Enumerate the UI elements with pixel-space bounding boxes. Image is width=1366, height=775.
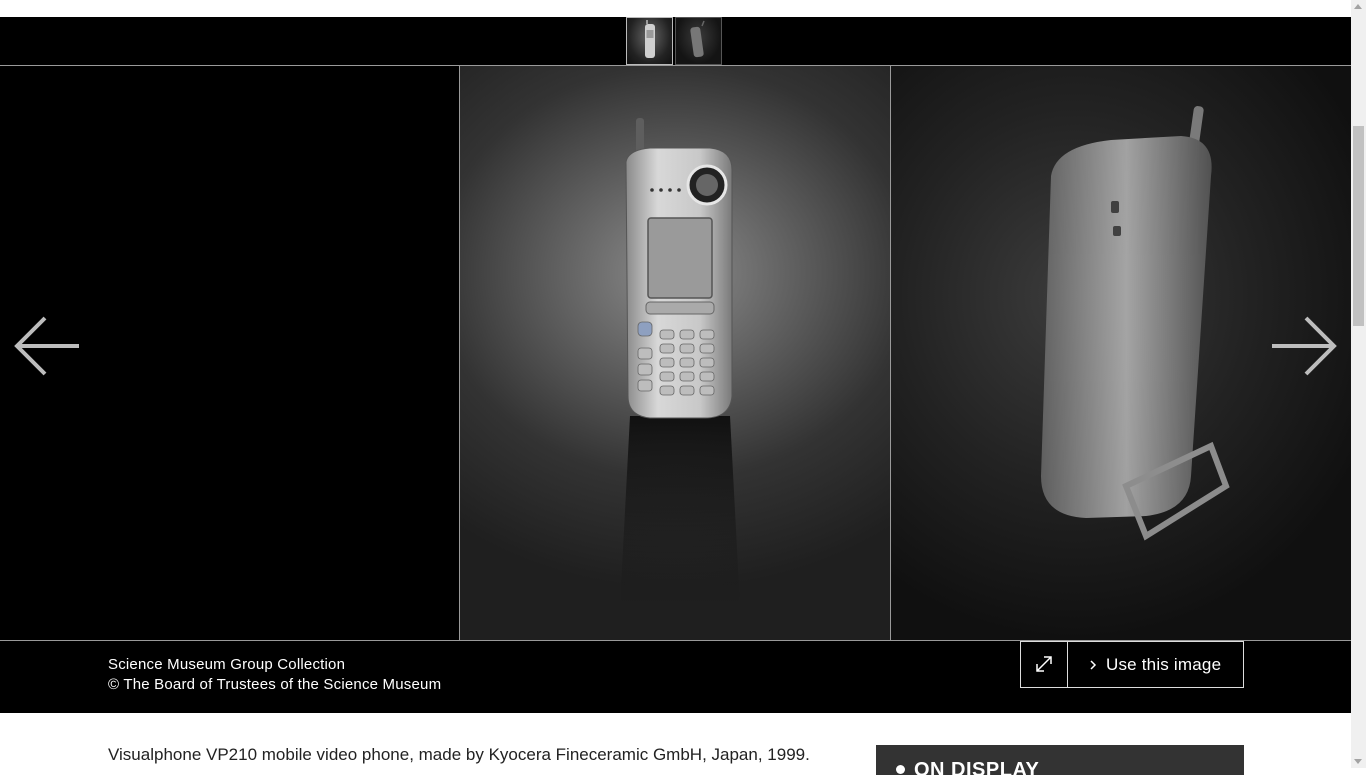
previous-image-button[interactable] xyxy=(13,311,83,381)
image-credits-bar: Science Museum Group Collection © The Bo… xyxy=(0,641,1351,713)
on-display-panel: ON DISPLAY xyxy=(876,745,1244,775)
main-image[interactable] xyxy=(459,66,891,640)
expand-button[interactable] xyxy=(1020,641,1068,688)
phone-back-thumbnail-icon xyxy=(690,20,705,58)
scrollbar-thumb[interactable] xyxy=(1353,126,1364,326)
thumbnail-strip xyxy=(0,17,1351,66)
image-viewer xyxy=(0,66,1351,641)
thumbnail-phone-back[interactable] xyxy=(675,17,722,65)
mobile-video-phone-front-image xyxy=(620,118,740,606)
chevron-right-icon xyxy=(1090,659,1097,670)
phone-front-thumbnail-icon xyxy=(645,20,655,58)
arrow-right-icon xyxy=(1272,316,1337,376)
page-scrollbar[interactable] xyxy=(1351,0,1366,768)
collection-credit: Science Museum Group Collection xyxy=(108,656,346,673)
thumbnail-phone-front[interactable] xyxy=(626,17,673,65)
arrow-left-icon xyxy=(14,316,79,376)
scroll-up-icon[interactable] xyxy=(1354,4,1362,9)
scroll-down-icon[interactable] xyxy=(1354,759,1362,764)
status-dot-icon xyxy=(896,765,905,774)
top-bar xyxy=(0,0,1351,17)
use-this-image-label: Use this image xyxy=(1106,654,1222,674)
on-display-label: ON DISPLAY xyxy=(914,759,1040,775)
object-description: Visualphone VP210 mobile video phone, ma… xyxy=(108,745,810,764)
next-image-button[interactable] xyxy=(1268,311,1338,381)
copyright-credit: © The Board of Trustees of the Science M… xyxy=(108,676,442,693)
expand-icon xyxy=(1036,656,1052,672)
use-this-image-button[interactable]: Use this image xyxy=(1067,641,1244,688)
